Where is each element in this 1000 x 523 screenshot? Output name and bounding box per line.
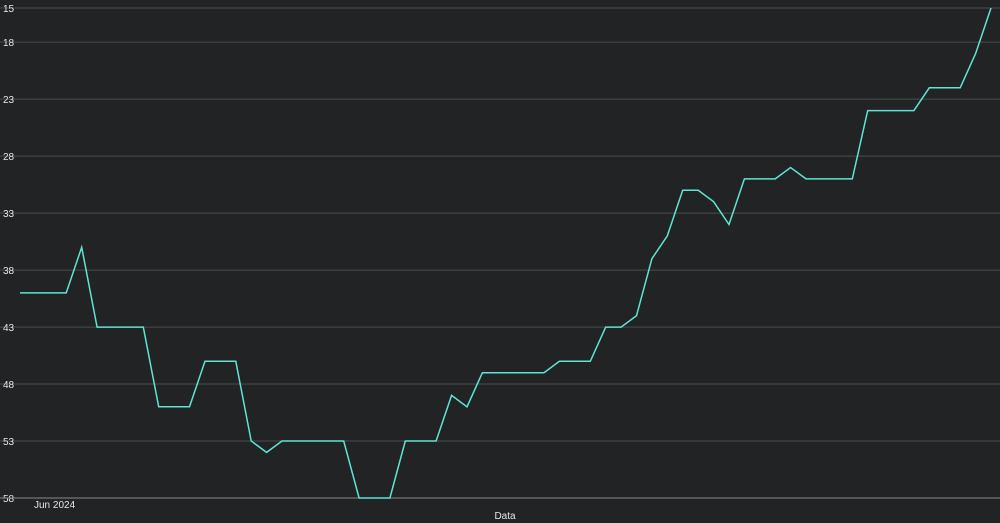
y-tick-label: 18 xyxy=(3,38,15,49)
gridlines xyxy=(0,7,1000,442)
y-axis-tick-labels: 15 18 23 28 33 38 43 48 53 58 xyxy=(3,4,15,505)
y-tick-label: 23 xyxy=(3,95,15,106)
series-line xyxy=(20,7,992,499)
x-tick-label: Jun 2024 xyxy=(34,500,76,511)
line-chart: 15 18 23 28 33 38 43 48 53 58 Jun 2024 Data xyxy=(0,4,1000,522)
y-tick-label: 48 xyxy=(3,380,15,391)
y-tick-label: 33 xyxy=(3,209,15,220)
y-tick-label: 28 xyxy=(3,152,15,163)
y-tick-label: 15 xyxy=(3,4,15,15)
y-tick-label: 53 xyxy=(3,437,15,448)
x-axis-title: Data xyxy=(494,511,516,522)
y-tick-label: 58 xyxy=(3,494,15,505)
x-axis-tick-labels: Jun 2024 xyxy=(34,500,76,511)
y-tick-label: 38 xyxy=(3,266,15,277)
y-tick-label: 43 xyxy=(3,323,15,334)
